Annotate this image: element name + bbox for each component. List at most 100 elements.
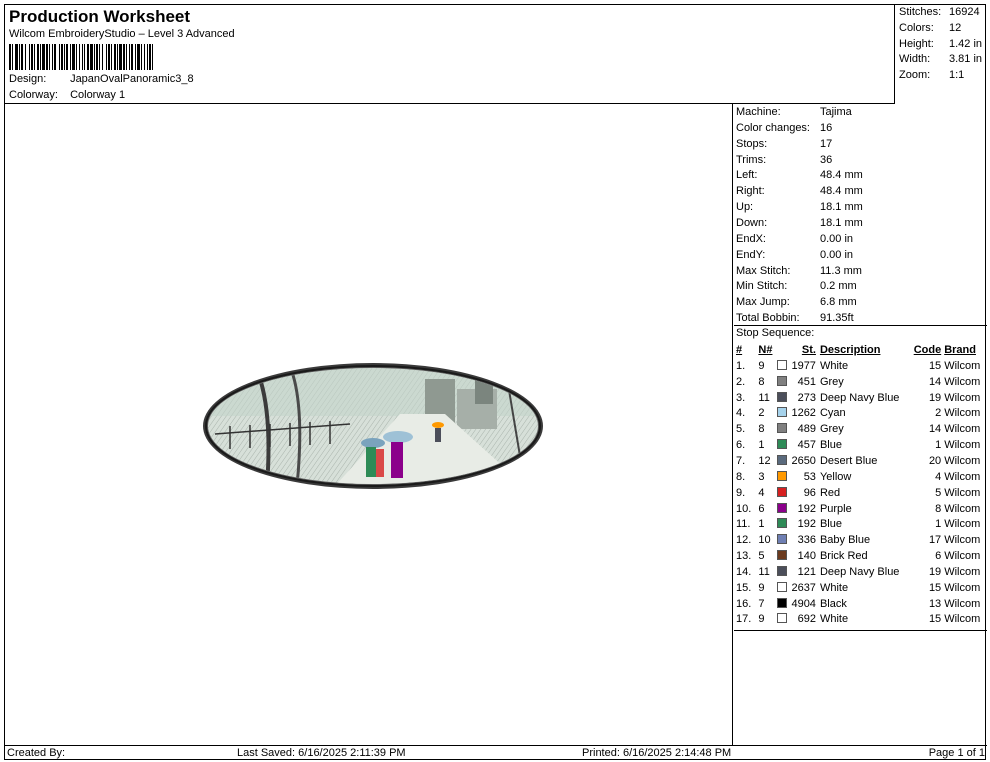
table-row: 13. 5 140 Brick Red 6 Wilcom	[736, 548, 987, 564]
property-row: Trims: 36	[736, 152, 832, 168]
zoom-label: Zoom:	[899, 69, 931, 81]
width-label: Width:	[899, 53, 931, 65]
row-index: 12.	[736, 534, 752, 547]
design-row: Design: JapanOvalPanoramic3_8	[9, 73, 194, 85]
color-swatch-icon	[776, 391, 787, 402]
row-needle: 9	[758, 359, 765, 372]
table-row: 5. 8 489 Grey 14 Wilcom	[736, 421, 987, 437]
property-label: Right:	[736, 185, 765, 198]
row-index: 10.	[736, 502, 752, 515]
row-code: 15	[928, 613, 942, 626]
table-row: 11. 1 192 Blue 1 Wilcom	[736, 516, 987, 532]
color-swatch-icon	[776, 581, 787, 592]
row-swatch	[776, 469, 791, 485]
row-stitches: 96	[803, 486, 816, 499]
property-value: 17	[820, 137, 833, 150]
row-code: 19	[928, 391, 942, 404]
row-description: Grey	[819, 423, 844, 436]
row-description: Blue	[819, 518, 842, 531]
design-value: JapanOvalPanoramic3_8	[70, 73, 194, 85]
stop-sequence-header-row: # N# St. Description Code Brand	[736, 342, 987, 358]
property-label: Total Bobbin:	[736, 312, 800, 325]
row-index: 5.	[736, 423, 746, 436]
row-needle: 8	[758, 375, 765, 388]
row-swatch	[776, 421, 791, 437]
col-header-needle: N#	[758, 344, 773, 356]
row-brand: Wilcom	[944, 486, 981, 499]
barcode-image	[9, 44, 299, 70]
row-needle: 1	[758, 439, 765, 452]
row-index: 2.	[736, 375, 746, 388]
row-brand: Wilcom	[944, 518, 981, 531]
property-value: 0.00 in	[820, 248, 854, 261]
colors-row: Colors: 12	[899, 22, 961, 34]
row-needle: 12	[758, 454, 771, 467]
row-stitches: 451	[797, 375, 816, 388]
property-row: EndY: 0.00 in	[736, 247, 853, 263]
row-brand: Wilcom	[944, 534, 981, 547]
design-label: Design:	[9, 73, 47, 85]
table-row: 17. 9 692 White 15 Wilcom	[736, 612, 987, 628]
row-swatch	[776, 532, 791, 548]
row-swatch	[776, 612, 791, 628]
row-index: 16.	[736, 597, 752, 610]
row-brand: Wilcom	[944, 613, 981, 626]
color-swatch-icon	[776, 534, 787, 545]
row-code: 14	[928, 375, 942, 388]
zoom-value: 1:1	[949, 69, 965, 81]
row-index: 13.	[736, 550, 752, 563]
row-index: 11.	[736, 518, 751, 531]
row-stitches: 692	[797, 613, 816, 626]
row-brand: Wilcom	[944, 407, 981, 420]
row-stitches: 457	[797, 439, 816, 452]
row-index: 17.	[736, 613, 752, 626]
row-code: 17	[928, 534, 942, 547]
stop-sequence-table: # N# St. Description Code Brand 1. 9 1977 W…	[736, 342, 987, 627]
row-swatch	[776, 406, 791, 422]
property-row: Down: 18.1 mm	[736, 215, 863, 231]
row-brand: Wilcom	[944, 581, 981, 594]
property-value: 91.35ft	[820, 312, 854, 325]
row-code: 20	[928, 454, 942, 467]
row-description: White	[819, 359, 849, 372]
property-value: 18.1 mm	[820, 201, 863, 214]
row-description: White	[819, 581, 849, 594]
table-row: 16. 7 4904 Black 13 Wilcom	[736, 596, 987, 612]
colors-label: Colors:	[899, 22, 934, 34]
row-index: 14.	[736, 565, 752, 578]
table-row: 6. 1 457 Blue 1 Wilcom	[736, 437, 987, 453]
property-label: EndX:	[736, 232, 766, 245]
color-swatch-icon	[776, 613, 787, 624]
row-index: 9.	[736, 486, 746, 499]
barcode-bar	[153, 44, 156, 70]
row-needle: 2	[758, 407, 765, 420]
row-stitches: 273	[797, 391, 816, 404]
row-index: 8.	[736, 470, 746, 483]
panel-divider	[734, 325, 987, 326]
row-brand: Wilcom	[944, 359, 981, 372]
color-swatch-icon	[776, 502, 787, 513]
row-needle: 3	[758, 470, 765, 483]
row-description: Yellow	[819, 470, 852, 483]
row-code: 19	[928, 565, 942, 578]
property-value: 48.4 mm	[820, 185, 863, 198]
row-needle: 4	[758, 486, 765, 499]
row-stitches: 53	[803, 470, 816, 483]
property-row: Max Stitch: 11.3 mm	[736, 263, 862, 279]
property-label: Down:	[736, 216, 768, 229]
row-needle: 7	[758, 597, 765, 610]
color-swatch-icon	[776, 518, 787, 529]
property-label: Max Stitch:	[736, 264, 791, 277]
panel-bottom-divider	[734, 630, 987, 631]
row-code: 15	[928, 581, 942, 594]
color-swatch-icon	[776, 470, 787, 481]
created-by: Created By:	[7, 747, 66, 759]
table-row: 10. 6 192 Purple 8 Wilcom	[736, 501, 987, 517]
color-swatch-icon	[776, 423, 787, 434]
row-swatch	[776, 516, 791, 532]
row-needle: 10	[758, 534, 771, 547]
row-swatch	[776, 564, 791, 580]
height-value: 1.42 in	[949, 38, 983, 50]
worksheet-frame: Production Worksheet Wilcom EmbroiderySt…	[4, 4, 987, 760]
height-label: Height:	[899, 38, 934, 50]
